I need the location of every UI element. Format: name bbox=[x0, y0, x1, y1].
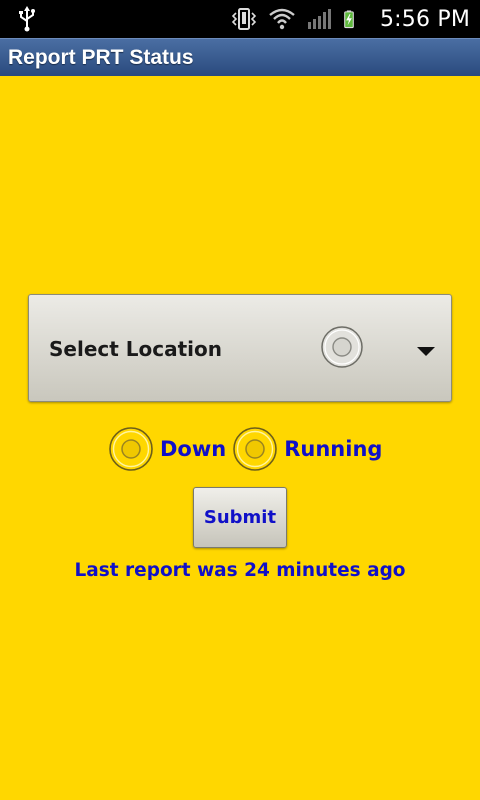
page-title: Report PRT Status bbox=[8, 46, 194, 69]
signal-icon bbox=[307, 9, 331, 29]
location-select-label: Select Location bbox=[49, 337, 222, 361]
clock: 5:56 PM bbox=[379, 6, 470, 32]
title-bar: Report PRT Status bbox=[0, 38, 480, 76]
main-content: Select Location Down Running Submit Last… bbox=[0, 76, 480, 800]
last-report-text: Last report was 24 minutes ago bbox=[74, 560, 406, 581]
usb-icon bbox=[19, 6, 35, 32]
chevron-down-icon bbox=[417, 347, 435, 356]
radio-button-icon[interactable] bbox=[232, 426, 278, 472]
radio-running-label: Running bbox=[284, 437, 383, 461]
spinner-radio-icon bbox=[321, 326, 363, 368]
radio-running[interactable]: Running bbox=[232, 426, 382, 472]
radio-button-icon[interactable] bbox=[108, 426, 154, 472]
status-icons: 5:56 PM bbox=[230, 0, 470, 38]
status-radio-group: Down Running bbox=[108, 426, 388, 472]
location-select[interactable]: Select Location bbox=[28, 294, 452, 402]
wifi-icon bbox=[269, 8, 295, 30]
battery-charging-icon bbox=[344, 10, 354, 29]
vibrate-icon bbox=[231, 8, 257, 30]
radio-down[interactable]: Down bbox=[108, 426, 226, 472]
radio-down-label: Down bbox=[160, 437, 227, 461]
status-bar: 5:56 PM bbox=[0, 0, 480, 38]
submit-button[interactable]: Submit bbox=[193, 487, 287, 548]
